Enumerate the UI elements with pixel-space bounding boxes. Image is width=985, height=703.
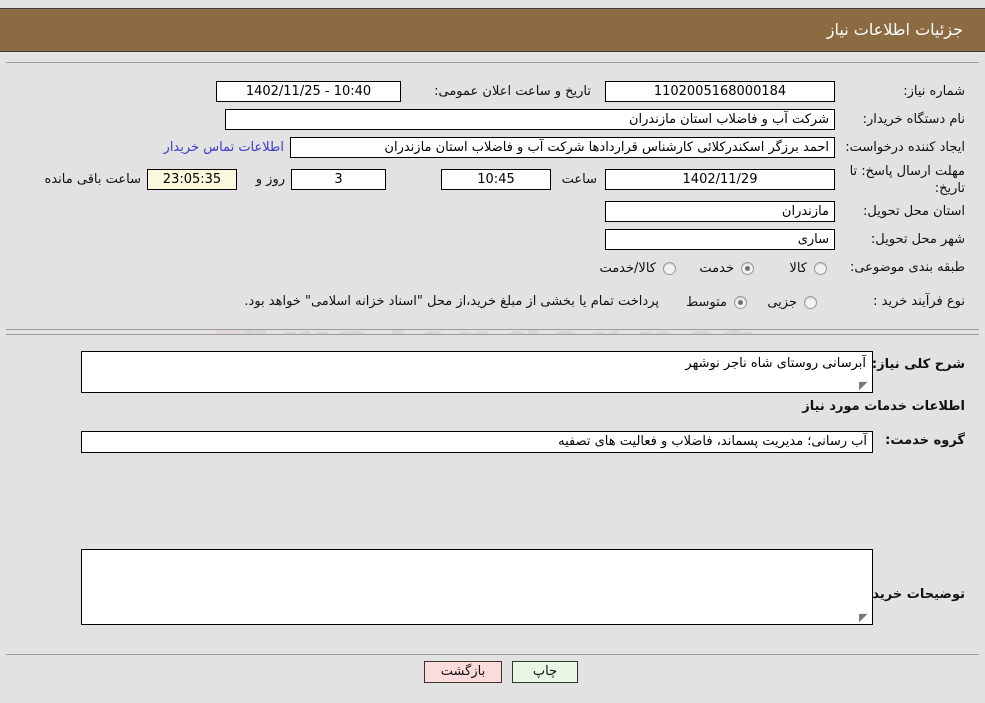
back-button[interactable]: بازگشت xyxy=(424,661,502,683)
need-info-panel: شماره نیاز: 1102005168000184 تاریخ و ساع… xyxy=(6,62,979,330)
countdown-timer: 23:05:35 xyxy=(147,169,237,190)
print-button[interactable]: چاپ xyxy=(512,661,578,683)
purchase-type-note: پرداخت تمام یا بخشی از مبلغ خرید،از محل … xyxy=(244,294,659,309)
deadline-time-value[interactable]: 10:45 xyxy=(441,169,551,190)
need-number-label: شماره نیاز: xyxy=(903,84,965,99)
need-details-panel: شرح کلی نیاز: آبرسانی روستای شاه ناجر نو… xyxy=(6,334,979,654)
radio-purchase-motevaset-label: متوسط xyxy=(686,295,727,310)
purchase-type-label: نوع فرآیند خرید : xyxy=(873,294,965,309)
radio-purchase-jozi-label: جزیی xyxy=(767,295,797,310)
resize-grip-icon[interactable]: ◥ xyxy=(859,379,869,392)
buyer-contact-link[interactable]: اطلاعات تماس خریدار xyxy=(164,137,284,159)
request-creator-value[interactable]: احمد برزگر اسکندرکلائی کارشناس قراردادها… xyxy=(290,137,835,158)
category-label: طبقه بندی موضوعی: xyxy=(849,260,965,275)
countdown-label: ساعت باقی مانده xyxy=(44,172,141,187)
radio-purchase-jozi[interactable] xyxy=(804,296,817,309)
need-number-value[interactable]: 1102005168000184 xyxy=(605,81,835,102)
page-root: ✔ AriaTender.net جزئیات اطلاعات نیاز شما… xyxy=(0,0,985,703)
buyer-org-value[interactable]: شرکت آب و فاضلاب استان مازندران xyxy=(225,109,835,130)
delivery-city-label: شهر محل تحویل: xyxy=(870,232,965,247)
announce-datetime-label: تاریخ و ساعت اعلان عمومی: xyxy=(434,84,591,99)
request-creator-label: ایجاد کننده درخواست: xyxy=(845,140,965,155)
general-need-value: آبرسانی روستای شاه ناجر نوشهر xyxy=(685,356,866,371)
delivery-province-label: استان محل تحویل: xyxy=(863,204,965,219)
radio-category-kala-khedmat-label: کالا/خدمت xyxy=(599,261,656,276)
buyer-org-label: نام دستگاه خریدار: xyxy=(862,112,965,127)
service-group-value[interactable]: آب رسانی؛ مدیریت پسماند، فاضلاب و فعالیت… xyxy=(81,431,873,453)
service-group-label: گروه خدمت: xyxy=(885,433,965,448)
resize-grip-icon-2[interactable]: ◥ xyxy=(859,611,869,624)
radio-category-khedmat[interactable] xyxy=(741,262,754,275)
deadline-days-label: روز و xyxy=(255,172,285,187)
deadline-days-value[interactable]: 3 xyxy=(291,169,386,190)
page-title: جزئیات اطلاعات نیاز xyxy=(826,20,963,39)
radio-category-kala-khedmat[interactable] xyxy=(663,262,676,275)
footer-divider xyxy=(6,654,979,655)
services-heading: اطلاعات خدمات مورد نیاز xyxy=(802,399,965,414)
buyer-notes-textarea[interactable]: ◥ xyxy=(81,549,873,625)
delivery-province-value[interactable]: مازندران xyxy=(605,201,835,222)
delivery-city-value[interactable]: ساری xyxy=(605,229,835,250)
radio-category-khedmat-label: خدمت xyxy=(699,261,734,276)
radio-category-kala-label: کالا xyxy=(789,261,807,276)
general-need-textarea[interactable]: آبرسانی روستای شاه ناجر نوشهر ◥ xyxy=(81,351,873,393)
deadline-date-value[interactable]: 1402/11/29 xyxy=(605,169,835,190)
deadline-label: مهلت ارسال پاسخ: تا تاریخ: xyxy=(849,164,965,196)
radio-purchase-motevaset[interactable] xyxy=(734,296,747,309)
deadline-hour-label: ساعت xyxy=(561,172,597,187)
announce-datetime-value[interactable]: 1402/11/25 - 10:40 xyxy=(216,81,401,102)
radio-category-kala[interactable] xyxy=(814,262,827,275)
page-header: جزئیات اطلاعات نیاز xyxy=(0,8,985,52)
general-need-label: شرح کلی نیاز: xyxy=(871,357,965,372)
